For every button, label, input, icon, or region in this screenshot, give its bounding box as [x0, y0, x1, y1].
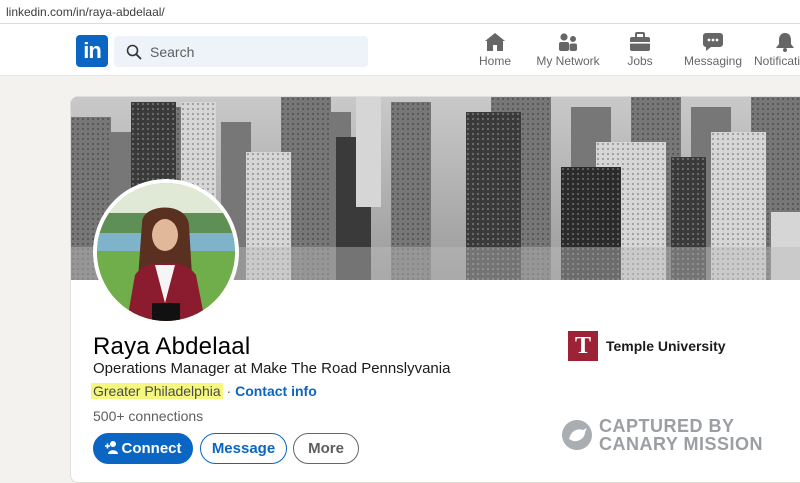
temple-university-logo: T	[568, 331, 598, 361]
nav-home[interactable]: Home	[478, 32, 512, 76]
nav-notifications[interactable]: Notificatio	[754, 32, 800, 76]
connect-button[interactable]: Connect	[93, 433, 193, 464]
search-input[interactable]: Search	[114, 36, 368, 67]
message-button-label: Message	[211, 440, 276, 457]
location-separator: ·	[222, 383, 236, 399]
contact-info-link[interactable]: Contact info	[235, 383, 317, 399]
nav-jobs[interactable]: Jobs	[626, 32, 654, 76]
home-icon	[485, 33, 505, 51]
top-navbar: in Search Home My Network Jobs Messaging…	[0, 24, 800, 76]
connect-button-label: Connect	[121, 440, 182, 457]
people-icon	[559, 33, 577, 51]
canary-mission-watermark: CAPTURED BY CANARY MISSION	[561, 415, 800, 455]
nav-jobs-label: Jobs	[627, 54, 653, 68]
add-person-icon	[104, 441, 118, 454]
linkedin-logo[interactable]: in	[76, 35, 108, 67]
bell-icon	[776, 33, 794, 52]
profile-photo[interactable]	[93, 179, 239, 325]
connections-count: 500+ connections	[93, 408, 204, 424]
url-text: linkedin.com/in/raya-abdelaal/	[6, 5, 165, 19]
more-button[interactable]: More	[293, 433, 359, 464]
watermark-line1: CAPTURED BY	[599, 416, 735, 436]
nav-messaging[interactable]: Messaging	[684, 32, 742, 76]
address-bar[interactable]: linkedin.com/in/raya-abdelaal/	[0, 0, 800, 24]
watermark-line2: CANARY MISSION	[599, 434, 764, 454]
nav-my-network-label: My Network	[536, 54, 600, 68]
profile-name: Raya Abdelaal	[93, 333, 251, 360]
location-text: Greater Philadelphia	[91, 383, 223, 399]
canary-bird-icon	[562, 420, 592, 450]
briefcase-icon	[630, 32, 650, 51]
more-button-label: More	[308, 440, 344, 457]
profile-card: Raya Abdelaal Operations Manager at Make…	[70, 96, 800, 483]
nav-notifications-label: Notificatio	[754, 54, 800, 68]
search-icon	[126, 44, 142, 65]
nav-home-label: Home	[478, 54, 511, 68]
search-placeholder: Search	[150, 44, 195, 60]
message-button[interactable]: Message	[200, 433, 287, 464]
profile-location-row: Greater Philadelphia · Contact info	[91, 383, 317, 399]
chat-icon	[703, 33, 723, 51]
nav-messaging-label: Messaging	[684, 54, 743, 68]
nav-my-network[interactable]: My Network	[536, 32, 600, 76]
education-name: Temple University	[606, 338, 726, 354]
profile-headline: Operations Manager at Make The Road Penn…	[93, 360, 451, 377]
